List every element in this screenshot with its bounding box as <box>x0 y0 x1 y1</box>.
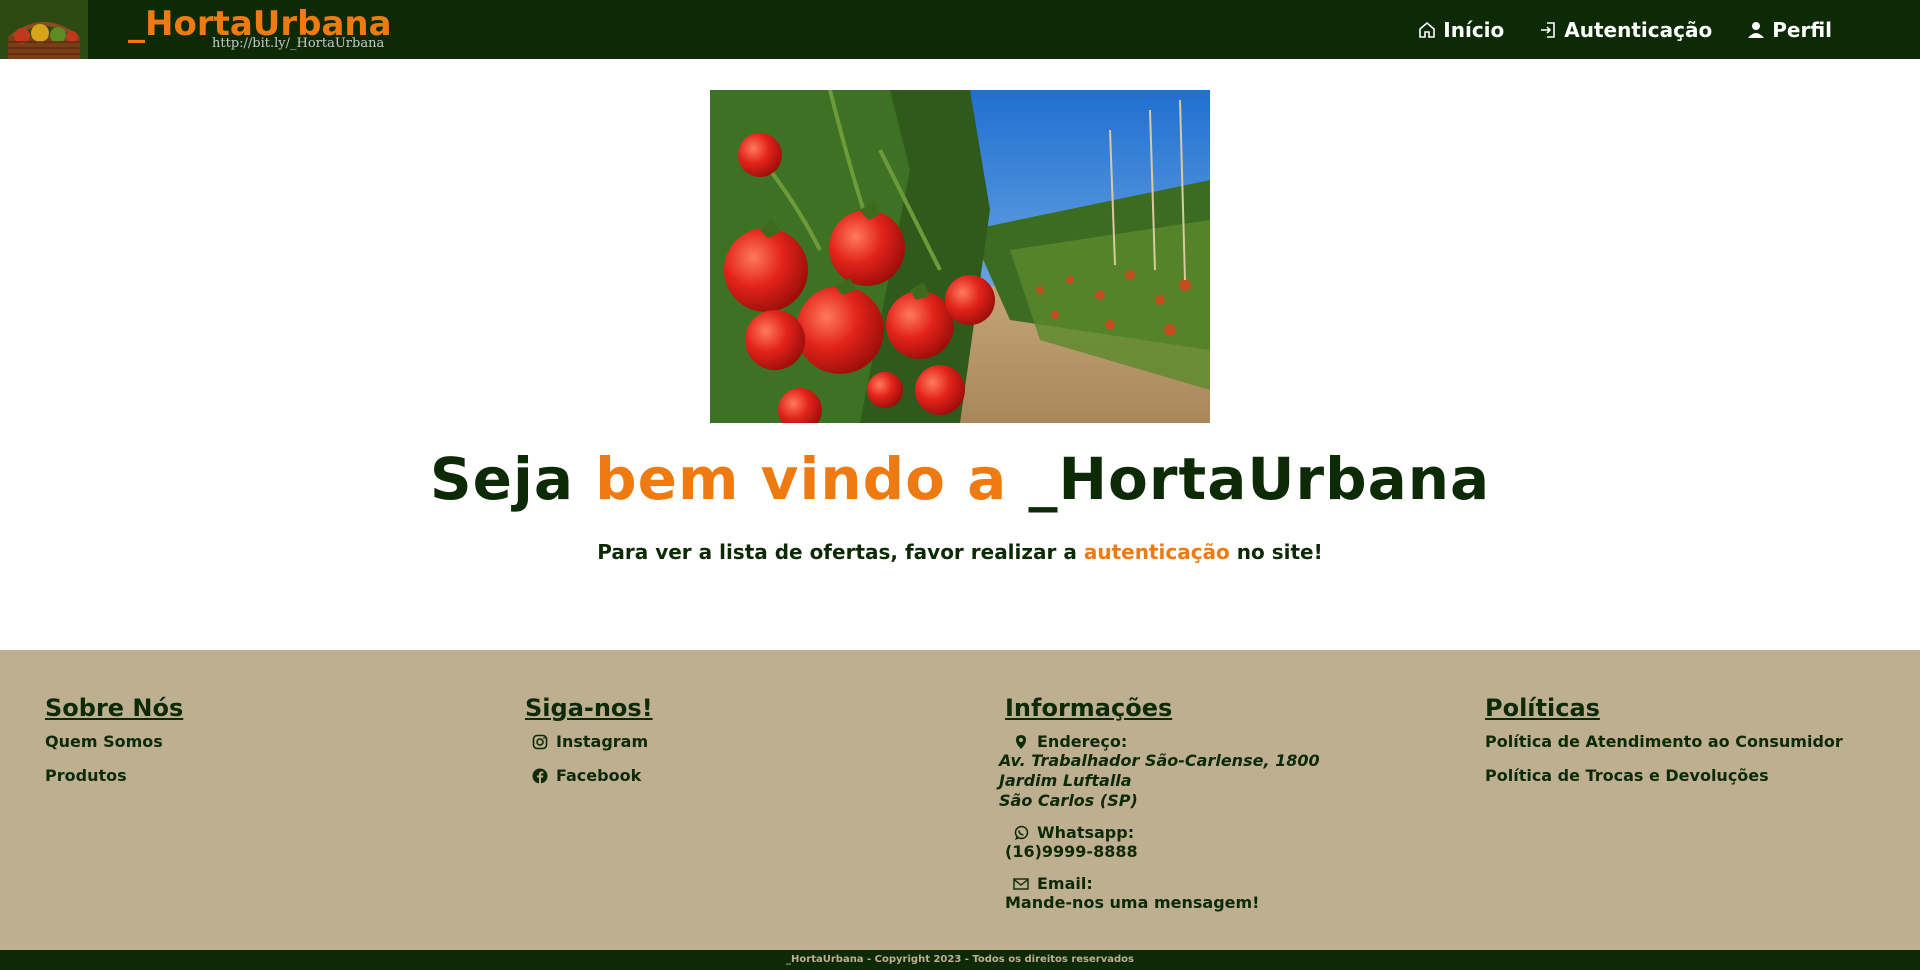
user-icon <box>1748 21 1765 38</box>
login-prompt: Para ver a lista de ofertas, favor reali… <box>0 540 1920 564</box>
footer: Sobre Nós Quem Somos Produtos Siga-nos! … <box>0 650 1920 950</box>
footer-link-instagram[interactable]: Instagram <box>525 732 653 751</box>
address-label: Endereço: <box>1037 732 1128 751</box>
facebook-icon <box>532 768 548 784</box>
main-nav: Início Autenticação Perfil <box>1417 0 1832 59</box>
footer-info-title: Informações <box>1005 694 1173 722</box>
headline-brand: _HortaUrbana <box>1007 445 1491 513</box>
logo-image[interactable] <box>0 0 88 59</box>
footer-follow-title: Siga-nos! <box>525 694 653 722</box>
brand-url: http://bit.ly/_HortaUrbana <box>212 36 385 51</box>
nav-perfil[interactable]: Perfil <box>1746 18 1832 42</box>
address-line: Jardim Luftalla <box>999 771 1132 790</box>
auth-link[interactable]: autenticação <box>1084 540 1230 564</box>
email-label: Email: <box>1037 874 1093 893</box>
footer-link-trocas[interactable]: Política de Trocas e Devoluções <box>1485 766 1843 785</box>
headline-part1: Seja <box>429 445 596 513</box>
footer-about: Sobre Nós Quem Somos Produtos <box>45 694 183 800</box>
footer-info: Informações Endereço: Av. Trabalhador Sã… <box>999 694 1320 925</box>
nav-perfil-label: Perfil <box>1772 17 1832 42</box>
login-icon <box>1541 21 1556 38</box>
nav-autenticacao[interactable]: Autenticação <box>1538 18 1712 42</box>
address-line: São Carlos (SP) <box>999 791 1138 810</box>
footer-link-atendimento[interactable]: Política de Atendimento ao Consumidor <box>1485 732 1843 751</box>
footer-link-label: Instagram <box>556 732 649 751</box>
welcome-headline: Seja bem vindo a _HortaUrbana <box>0 445 1920 513</box>
nav-inicio-label: Início <box>1443 17 1505 42</box>
whatsapp-label: Whatsapp: <box>1037 823 1135 842</box>
email-link[interactable]: Mande-nos uma mensagem! <box>1005 893 1320 913</box>
footer-link-label: Quem Somos <box>45 732 163 751</box>
footer-policies-title: Políticas <box>1485 694 1600 722</box>
footer-link-label: Política de Trocas e Devoluções <box>1485 766 1769 785</box>
headline-accent: bem vindo a <box>595 445 1008 513</box>
top-navbar: _HortaUrbana http://bit.ly/_HortaUrbana … <box>0 0 1920 59</box>
copyright-bar: _HortaUrbana - Copyright 2023 - Todos os… <box>0 950 1920 970</box>
nav-inicio[interactable]: Início <box>1417 18 1504 42</box>
nav-autenticacao-label: Autenticação <box>1564 17 1713 42</box>
info-address: Endereço: Av. Trabalhador São-Carlense, … <box>999 732 1320 811</box>
envelope-icon <box>1013 877 1029 890</box>
footer-policies: Políticas Política de Atendimento ao Con… <box>1485 694 1843 800</box>
email-heading: Email: <box>1005 874 1320 893</box>
footer-link-produtos[interactable]: Produtos <box>45 766 183 785</box>
footer-link-label: Facebook <box>556 766 642 785</box>
whatsapp-number: (16)9999-8888 <box>1005 842 1138 861</box>
footer-link-quem-somos[interactable]: Quem Somos <box>45 732 183 751</box>
info-whatsapp[interactable]: Whatsapp: (16)9999-8888 <box>1005 823 1320 862</box>
hero-image <box>710 90 1210 423</box>
map-pin-icon <box>1016 734 1026 749</box>
footer-link-label: Política de Atendimento ao Consumidor <box>1485 732 1843 751</box>
address-heading: Endereço: <box>1005 732 1320 751</box>
address-line: Av. Trabalhador São-Carlense, 1800 <box>999 751 1320 770</box>
footer-follow: Siga-nos! Instagram Facebook <box>525 694 653 800</box>
info-email[interactable]: Email: Mande-nos uma mensagem! <box>1005 874 1320 913</box>
whatsapp-heading: Whatsapp: <box>1005 823 1320 842</box>
whatsapp-icon <box>1014 825 1029 840</box>
footer-about-title: Sobre Nós <box>45 694 184 722</box>
instagram-icon <box>532 734 548 749</box>
sub-text-2: no site! <box>1229 540 1323 564</box>
footer-link-facebook[interactable]: Facebook <box>525 766 653 785</box>
home-icon <box>1419 21 1436 38</box>
sub-text-1: Para ver a lista de ofertas, favor reali… <box>597 540 1084 564</box>
footer-link-label: Produtos <box>45 766 127 785</box>
